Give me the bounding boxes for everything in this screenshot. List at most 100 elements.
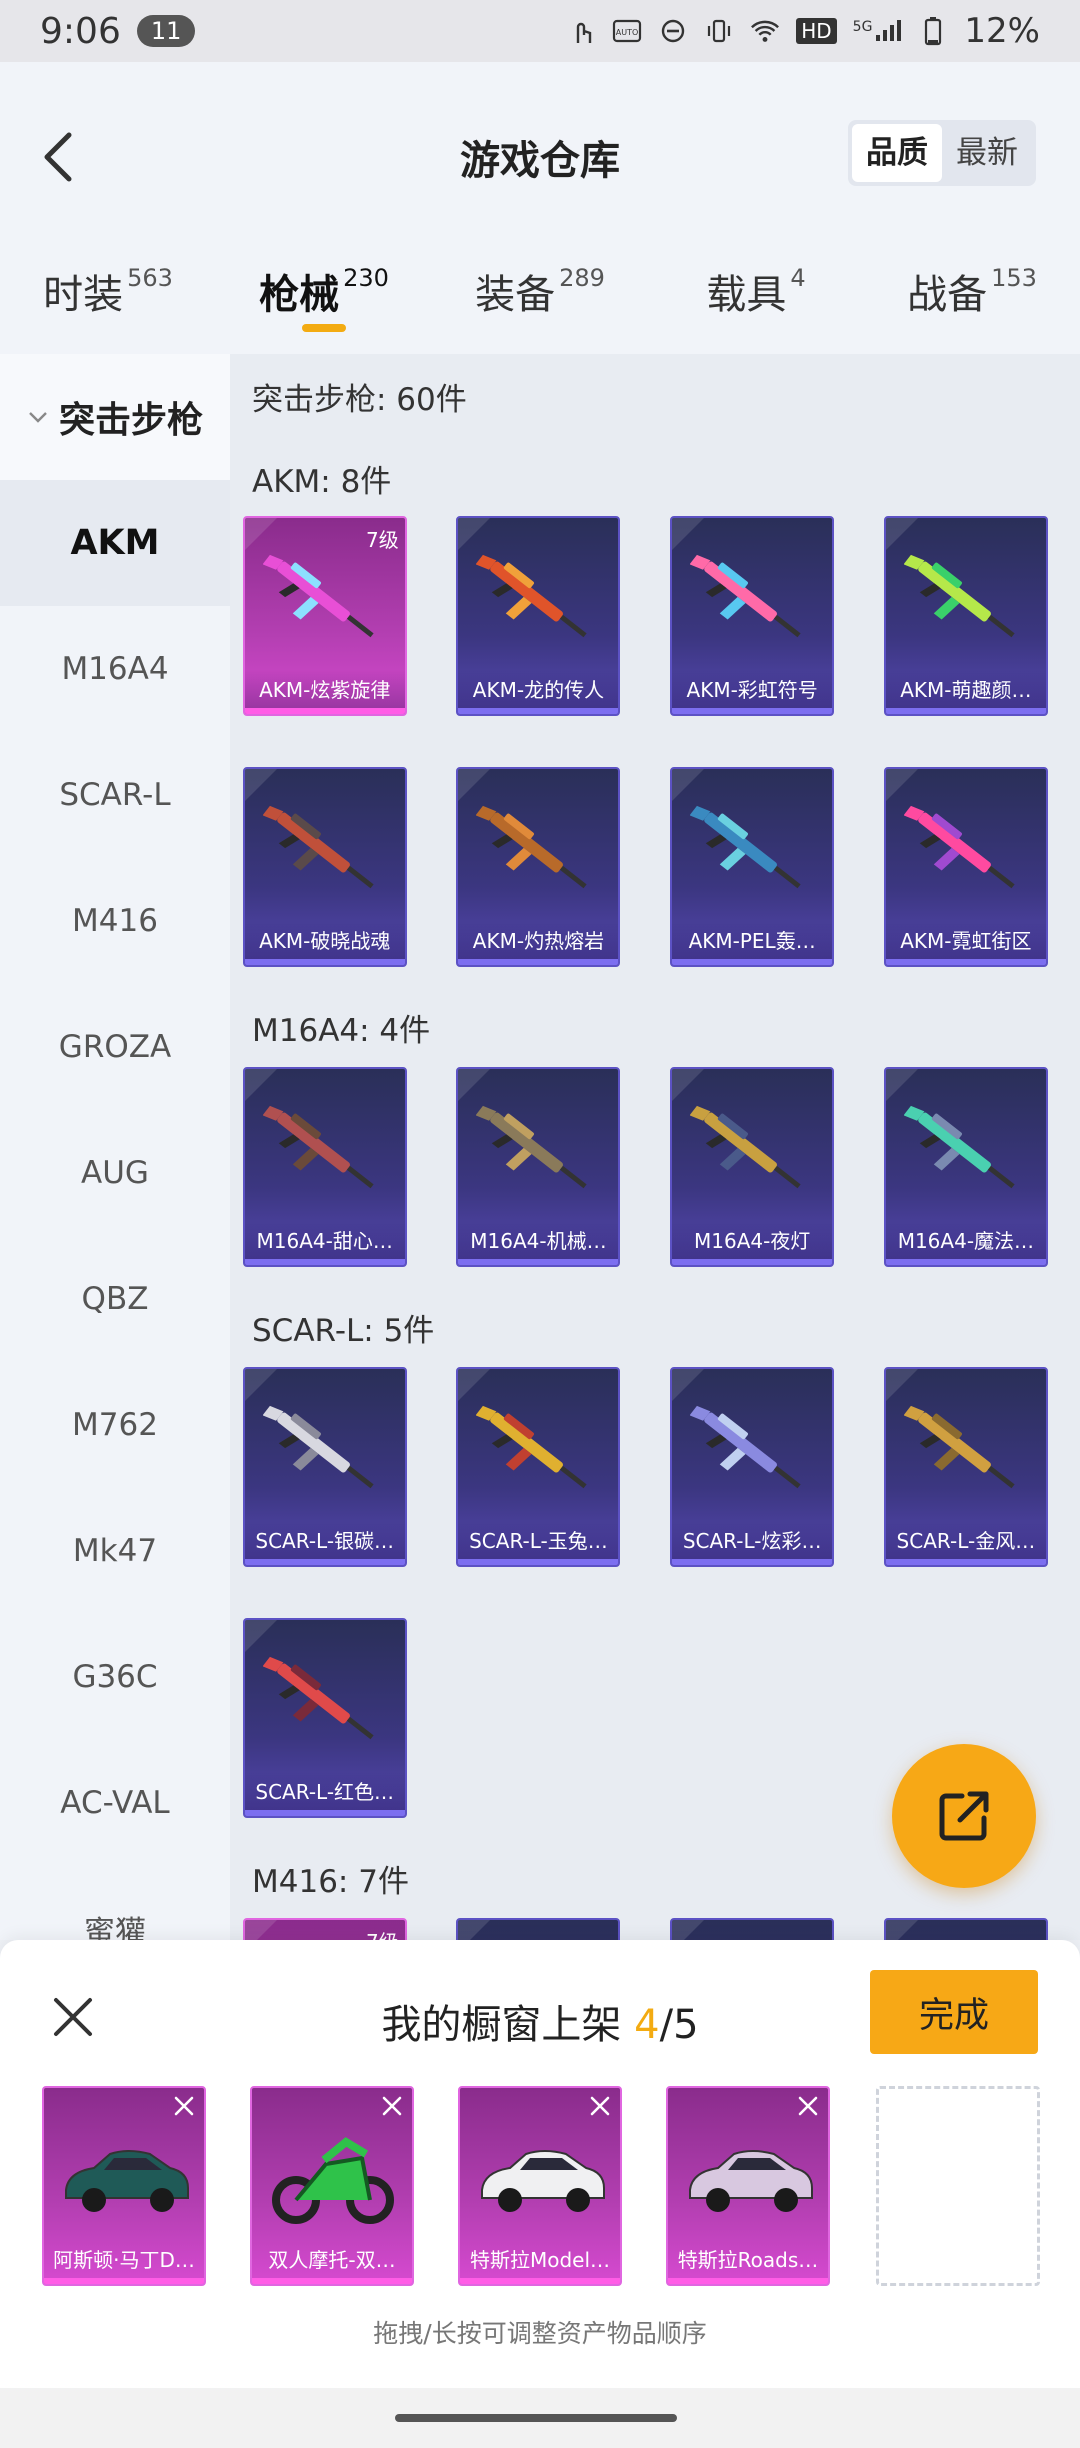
weapon-card[interactable]: AKM-破晓战魂 <box>242 767 407 967</box>
rarity-bar <box>458 959 619 965</box>
weapon-card[interactable]: SCAR-L-玉兔… <box>456 1367 621 1567</box>
weapon-card[interactable] <box>883 1918 1048 1940</box>
sidebar-item-aug[interactable]: AUG <box>0 1110 230 1236</box>
sidebar-category-assault-rifle[interactable]: 突击步枪 <box>0 354 230 480</box>
remove-item-button[interactable] <box>378 2092 406 2120</box>
active-tab-indicator <box>302 324 346 332</box>
rifle-icon <box>903 1399 1032 1507</box>
rarity-bar <box>252 2278 412 2284</box>
select-checkmark-icon[interactable] <box>672 1920 705 1940</box>
rarity-bar <box>244 959 405 965</box>
select-checkmark-icon[interactable] <box>244 769 277 801</box>
share-button[interactable] <box>892 1744 1036 1888</box>
showcase-item[interactable]: 特斯拉Model… <box>458 2086 622 2286</box>
rarity-bar <box>244 1559 405 1565</box>
remove-item-button[interactable] <box>170 2092 198 2120</box>
select-checkmark-icon[interactable] <box>885 518 918 550</box>
weapon-card[interactable]: 7级 <box>242 1918 407 1940</box>
done-button[interactable]: 完成 <box>870 1970 1038 2054</box>
tab-vehicles[interactable]: 载具 4 <box>648 242 864 354</box>
weapon-card[interactable]: M16A4-甜心… <box>242 1067 407 1267</box>
sidebar-item-m416[interactable]: M416 <box>0 858 230 984</box>
select-checkmark-icon[interactable] <box>244 1920 277 1940</box>
weapon-card[interactable]: AKM-霓虹街区 <box>883 767 1048 967</box>
select-checkmark-icon[interactable] <box>672 769 705 801</box>
weapon-card[interactable]: M16A4-夜灯 <box>670 1067 835 1267</box>
select-checkmark-icon[interactable] <box>672 518 705 550</box>
sidebar-item-akm[interactable]: AKM <box>0 480 230 606</box>
weapon-card[interactable]: AKM-彩虹符号 <box>670 516 835 716</box>
svg-text:AUTO: AUTO <box>616 28 639 37</box>
select-checkmark-icon[interactable] <box>885 769 918 801</box>
sort-quality-option[interactable]: 品质 <box>852 124 942 182</box>
rifle-icon <box>689 1399 818 1507</box>
sidebar-item-groza[interactable]: GROZA <box>0 984 230 1110</box>
close-icon <box>382 2096 402 2116</box>
select-checkmark-icon[interactable] <box>458 1369 491 1401</box>
select-checkmark-icon[interactable] <box>244 1369 277 1401</box>
weapon-card[interactable] <box>456 1918 621 1940</box>
car-icon <box>474 2124 610 2228</box>
home-indicator[interactable] <box>395 2414 677 2422</box>
weapon-card[interactable]: SCAR-L-炫彩… <box>670 1367 835 1567</box>
tab-guns[interactable]: 枪械 230 <box>216 242 432 354</box>
weapon-card[interactable]: AKM-龙的传人 <box>456 516 621 716</box>
tab-supplies[interactable]: 战备 153 <box>864 242 1080 354</box>
sidebar-item-ac-val[interactable]: AC-VAL <box>0 1740 230 1866</box>
rarity-bar <box>668 2278 828 2284</box>
rifle-icon <box>262 548 391 656</box>
remove-item-button[interactable] <box>794 2092 822 2120</box>
rarity-bar <box>672 959 833 965</box>
sidebar-item-honey-badger[interactable]: 蜜獾 <box>0 1866 230 1941</box>
tab-equipment[interactable]: 装备 289 <box>432 242 648 354</box>
weapon-card[interactable]: SCAR-L-红色… <box>242 1618 407 1818</box>
select-checkmark-icon[interactable] <box>885 1069 918 1101</box>
sort-newest-option[interactable]: 最新 <box>942 124 1032 182</box>
weapon-card[interactable]: AKM-萌趣颜… <box>883 516 1048 716</box>
select-checkmark-icon[interactable] <box>458 769 491 801</box>
showcase-title-text: 我的橱窗上架 <box>381 2002 635 2048</box>
showcase-item[interactable]: 特斯拉Roads… <box>666 2086 830 2286</box>
sidebar-item-scar-l[interactable]: SCAR-L <box>0 732 230 858</box>
sidebar-item-m762[interactable]: M762 <box>0 1362 230 1488</box>
weapon-card[interactable]: SCAR-L-金风… <box>883 1367 1048 1567</box>
select-checkmark-icon[interactable] <box>885 1920 918 1940</box>
weapon-grid: 突击步枪: 60件 AKM: 8件 7级 AKM-炫紫旋律 AKM-龙的传人 AKM-彩… <box>230 354 1080 1940</box>
showcase-panel: 我的橱窗上架 4/5 完成 拖拽/长按可调整资产物品顺序 阿斯顿·马丁D… 双人摩… <box>0 1940 1080 2388</box>
sidebar-item-qbz[interactable]: QBZ <box>0 1236 230 1362</box>
select-checkmark-icon[interactable] <box>885 1369 918 1401</box>
rifle-icon <box>689 799 818 907</box>
tab-fashion[interactable]: 时装 563 <box>0 242 216 354</box>
remove-item-button[interactable] <box>586 2092 614 2120</box>
weapon-card[interactable]: M16A4-机械… <box>456 1067 621 1267</box>
showcase-item[interactable]: 双人摩托-双… <box>250 2086 414 2286</box>
select-checkmark-icon[interactable] <box>244 518 277 550</box>
sidebar-item-g36c[interactable]: G36C <box>0 1614 230 1740</box>
select-checkmark-icon[interactable] <box>458 1920 491 1940</box>
touch-icon <box>566 16 596 46</box>
weapon-card[interactable] <box>670 1918 835 1940</box>
select-checkmark-icon[interactable] <box>244 1069 277 1101</box>
rarity-bar <box>672 708 833 714</box>
rarity-bar <box>458 1559 619 1565</box>
showcase-item[interactable]: 阿斯顿·马丁D… <box>42 2086 206 2286</box>
select-checkmark-icon[interactable] <box>244 1620 277 1652</box>
select-checkmark-icon[interactable] <box>458 1069 491 1101</box>
select-checkmark-icon[interactable] <box>672 1069 705 1101</box>
rarity-bar <box>244 1259 405 1265</box>
empty-showcase-slot[interactable] <box>876 2086 1040 2286</box>
weapon-card[interactable]: AKM-灼热熔岩 <box>456 767 621 967</box>
signal-icon <box>876 20 902 41</box>
rarity-bar <box>885 959 1046 965</box>
sidebar-category-label: 突击步枪 <box>58 400 203 441</box>
status-time: 9:06 <box>40 10 121 52</box>
sidebar-item-mk47[interactable]: Mk47 <box>0 1488 230 1614</box>
weapon-card[interactable]: 7级 AKM-炫紫旋律 <box>242 516 407 716</box>
sidebar-item-m16a4[interactable]: M16A4 <box>0 606 230 732</box>
tab-count: 153 <box>991 264 1037 292</box>
select-checkmark-icon[interactable] <box>458 518 491 550</box>
weapon-card[interactable]: M16A4-魔法… <box>883 1067 1048 1267</box>
weapon-card[interactable]: AKM-PEL轰… <box>670 767 835 967</box>
weapon-card[interactable]: SCAR-L-银碳… <box>242 1367 407 1567</box>
select-checkmark-icon[interactable] <box>672 1369 705 1401</box>
